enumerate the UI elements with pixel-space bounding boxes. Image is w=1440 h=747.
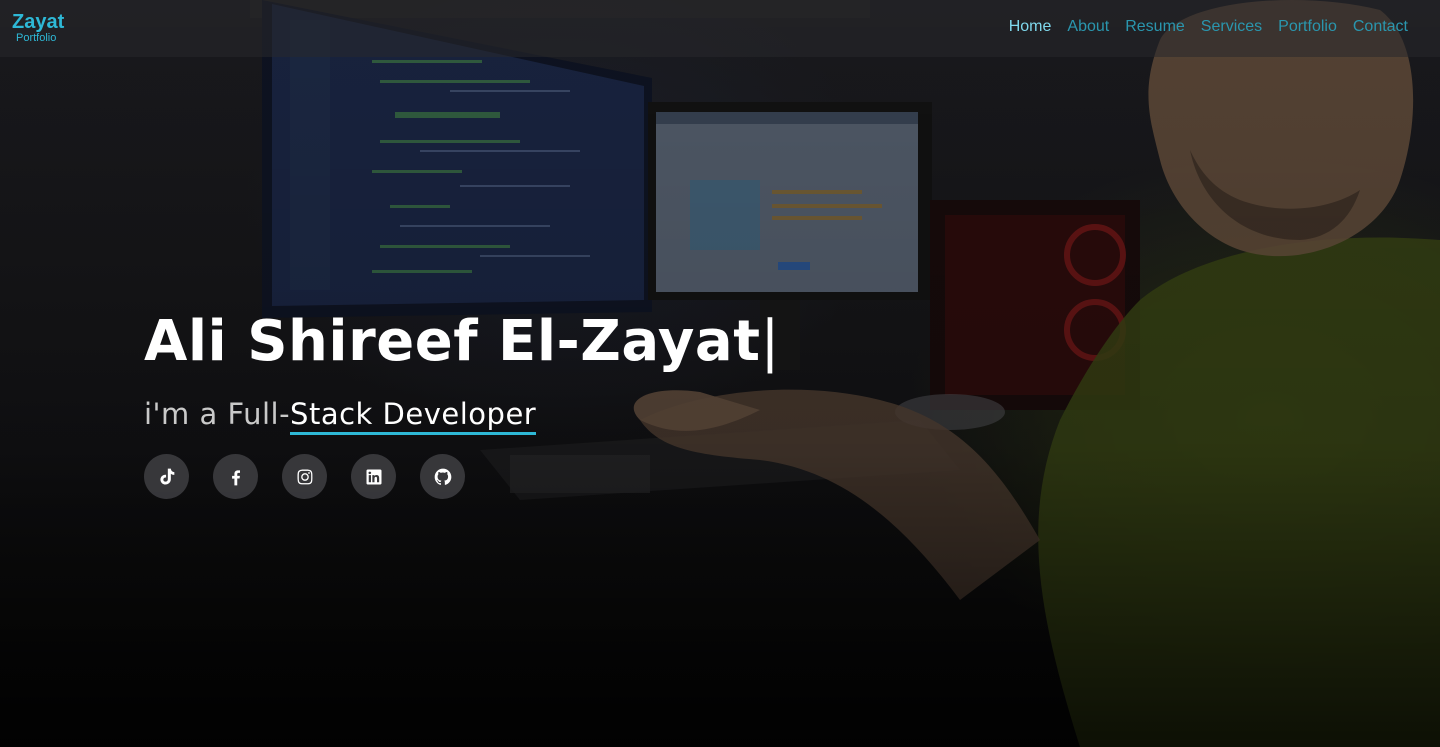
linkedin-icon [366,469,381,484]
brand-logo[interactable]: Zayat Portfolio [12,11,64,44]
social-link-facebook[interactable] [213,454,258,499]
nav-link-contact[interactable]: Contact [1353,18,1408,36]
hero-tagline: i'm a Full-Stack Developer [144,396,780,435]
nav-link-home[interactable]: Home [1009,18,1052,36]
navbar: Zayat Portfolio Home About Resume Servic… [0,0,1440,57]
instagram-icon [297,469,312,484]
hero-name-text: Ali Shireef El-Zayat [144,309,761,374]
nav-link-resume[interactable]: Resume [1125,18,1185,36]
nav-menu: Home About Resume Services Portfolio Con… [1009,18,1408,36]
social-link-tiktok[interactable] [144,454,189,499]
github-icon [434,468,451,485]
tagline-prefix: i'm a Full- [144,397,291,431]
nav-link-portfolio[interactable]: Portfolio [1278,18,1337,36]
hero-name-heading: Ali Shireef El-Zayat| [144,306,780,378]
brand-subtitle: Portfolio [16,32,57,44]
typing-cursor: | [760,309,780,374]
tagline-highlight: Stack Developer [290,397,537,435]
social-link-linkedin[interactable] [351,454,396,499]
hero-content: Ali Shireef El-Zayat| i'm a Full-Stack D… [144,306,780,499]
social-link-github[interactable] [420,454,465,499]
tiktok-icon [159,468,174,484]
facebook-icon [231,469,240,485]
social-link-instagram[interactable] [282,454,327,499]
nav-link-services[interactable]: Services [1201,18,1262,36]
hero-section: Zayat Portfolio Home About Resume Servic… [0,0,1440,747]
social-links [144,454,780,499]
brand-name: Zayat [12,11,65,33]
nav-link-about[interactable]: About [1067,18,1109,36]
